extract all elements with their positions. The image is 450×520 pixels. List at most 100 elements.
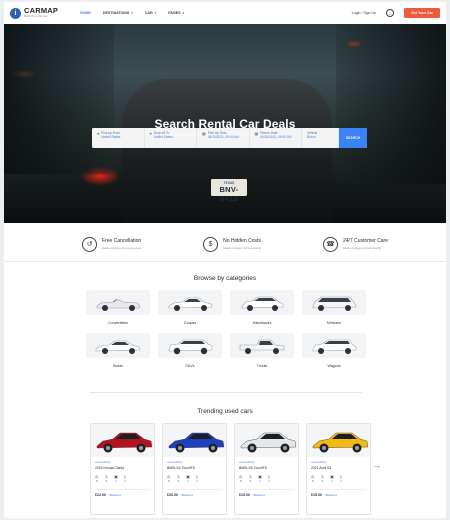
pickup-from-field[interactable]: ⌖ Pick up From United States [92,128,145,148]
category-convertibles[interactable]: Convertibles [86,290,150,325]
bag-icon: ▣ [114,474,118,479]
dropoff-to-field[interactable]: ⌖ Drop off To United States [145,128,197,148]
coupe-car-icon [168,297,213,311]
car-photo [96,432,152,452]
license-plate: TEXAS BNV-8412 [211,179,247,203]
minivan-car-icon [312,296,357,311]
car-name: 2018 Honda Clarity [95,466,125,470]
spec-value: 5 [105,480,108,483]
categories-title: Browse by categories [193,275,257,282]
seat-icon: ♙ [104,474,109,479]
price-period: /Weekend [181,494,193,497]
cart-icon[interactable]: ⌂ [386,9,395,17]
pickup-time-field[interactable]: ▦ Pick Up Time 06/20/2021, 09:00 AM [197,128,250,148]
feature-free-cancellation: ↺ Free Cancellation Ideals compare forms… [82,228,141,260]
category-label: Wagons [327,364,341,368]
car-category: Convertibles [167,460,183,464]
chevron-down-icon: ▾ [154,11,157,15]
category-grid: Convertibles Coupes Hatchbacks Minivans [86,290,368,368]
search-button[interactable]: SEARCH [339,128,367,148]
category-sedan[interactable]: Sedan [86,333,150,368]
price-period: /Weekend [253,494,265,497]
site-header: i CARMAP Better for rental cars HOME DES… [4,2,446,24]
get-your-car-button[interactable]: Get Your Car [404,8,440,18]
car-category: Convertibles [311,460,327,464]
car-photo [168,432,224,452]
category-suvs[interactable]: SUVs [158,333,222,368]
car-name: 2021 Audi S3 [311,466,332,470]
logo[interactable]: i CARMAP Better for rental cars [10,6,59,19]
car-image [307,424,370,457]
arrow-right-icon[interactable]: → [372,460,381,470]
category-label: Coupes [183,321,197,325]
field-value: Brand [307,135,316,139]
door-icon: ▯ [123,474,127,479]
car-card[interactable]: Convertibles BMW-X6-TouchFS ◎ 8 ♙ 5 ▣ 4 ▯ 4 … [234,423,299,515]
divider [90,392,362,393]
category-label: Convertibles [108,321,128,325]
logo-name: CARMAP [24,6,59,16]
car-name: BMW-X4-TouchFS [167,466,196,470]
car-price: €20.00 [167,493,178,497]
hero-banner: TEXAS BNV-8412 Search Rental Car Deals B… [4,24,446,223]
spec-value: 8 [168,480,170,483]
bag-icon: ▣ [330,474,334,479]
bag-icon: ▣ [186,474,190,479]
car-image [235,424,298,457]
car-price: €15.00 [311,493,322,497]
suv-car-icon [168,339,213,354]
field-value: United States [101,135,121,139]
login-link[interactable]: Login / Sign Up [352,11,377,15]
speed-icon: ◎ [167,474,171,479]
calendar-icon: ▦ [202,131,206,136]
spec-value: 8 [240,480,242,483]
seat-icon: ♙ [248,474,253,479]
category-label: Trucks [256,364,268,368]
bag-icon: ▣ [258,474,262,479]
page: i CARMAP Better for rental cars HOME DES… [4,2,446,518]
feature-no-hidden-costs: $ No Hidden Costs Ideals compare forms i… [203,228,261,260]
nav-car[interactable]: CAR ▾ [145,11,156,15]
hand-coin-icon: $ [203,236,219,252]
spec-value: 5 [177,480,180,483]
category-hatchbacks[interactable]: Hatchbacks [230,290,294,325]
nav-home[interactable]: HOME [80,11,91,15]
door-icon: ▯ [267,474,271,479]
nav-pages[interactable]: PAGES ▾ [168,11,184,15]
feature-title: Free Cancellation [102,238,142,245]
category-wagons[interactable]: Wagons [302,333,366,368]
spec-value: 5 [249,480,252,483]
return-date-field[interactable]: ▦ Return Date 06/20/2021, 09:00 AM [250,128,302,148]
seat-icon: ♙ [320,474,325,479]
car-name: BMW-X6-TouchFS [239,466,268,470]
category-label: Hatchbacks [252,321,272,325]
chevron-down-icon: ▾ [182,11,185,15]
category-label: Sedan [112,364,124,368]
hero-background [4,24,114,174]
search-bar: ⌖ Pick up From United States ⌖ Drop off … [92,128,367,148]
door-icon: ▯ [339,474,343,479]
chevron-down-icon: ▾ [131,11,133,15]
car-card[interactable]: Convertibles 2021 Audi S3 ◎ 8 ♙ 5 ▣ 4 ▯ 4 €1… [306,423,371,515]
car-card[interactable]: Convertibles BMW-X4-TouchFS ◎ 8 ♙ 5 ▣ 4 ▯ 4 … [162,423,227,515]
convertible-car-icon [96,298,141,311]
spec-value: 5 [321,480,324,483]
nav-destinations[interactable]: DESTINATIONS ▾ [103,11,133,15]
plate-number: BNV-8412 [219,184,239,203]
logo-mark: i [10,7,21,19]
category-minivans[interactable]: Minivans [302,290,366,325]
feature-title: No Hidden Costs [223,238,261,245]
feature-subtitle: Ideals compare forms instantly [223,245,262,250]
category-trucks[interactable]: Trucks [230,333,294,368]
car-photo [240,432,296,452]
vehicle-select[interactable]: Vehicle Brand [301,128,339,148]
sedan-car-icon [95,340,141,354]
car-card[interactable]: Convertibles 2018 Honda Clarity ◎ 8 ♙ 5 ▣ 4… [90,423,155,515]
spec-value: 4 [259,480,261,483]
feature-subtitle: Ideals compare forms instantly [342,245,381,250]
spec-value: 4 [340,480,342,483]
category-coupes[interactable]: Coupes [158,290,222,325]
field-value: 06/20/2021, 09:00 AM [207,135,239,139]
speed-icon: ◎ [239,474,243,479]
headset-icon: ☎ [322,236,338,252]
